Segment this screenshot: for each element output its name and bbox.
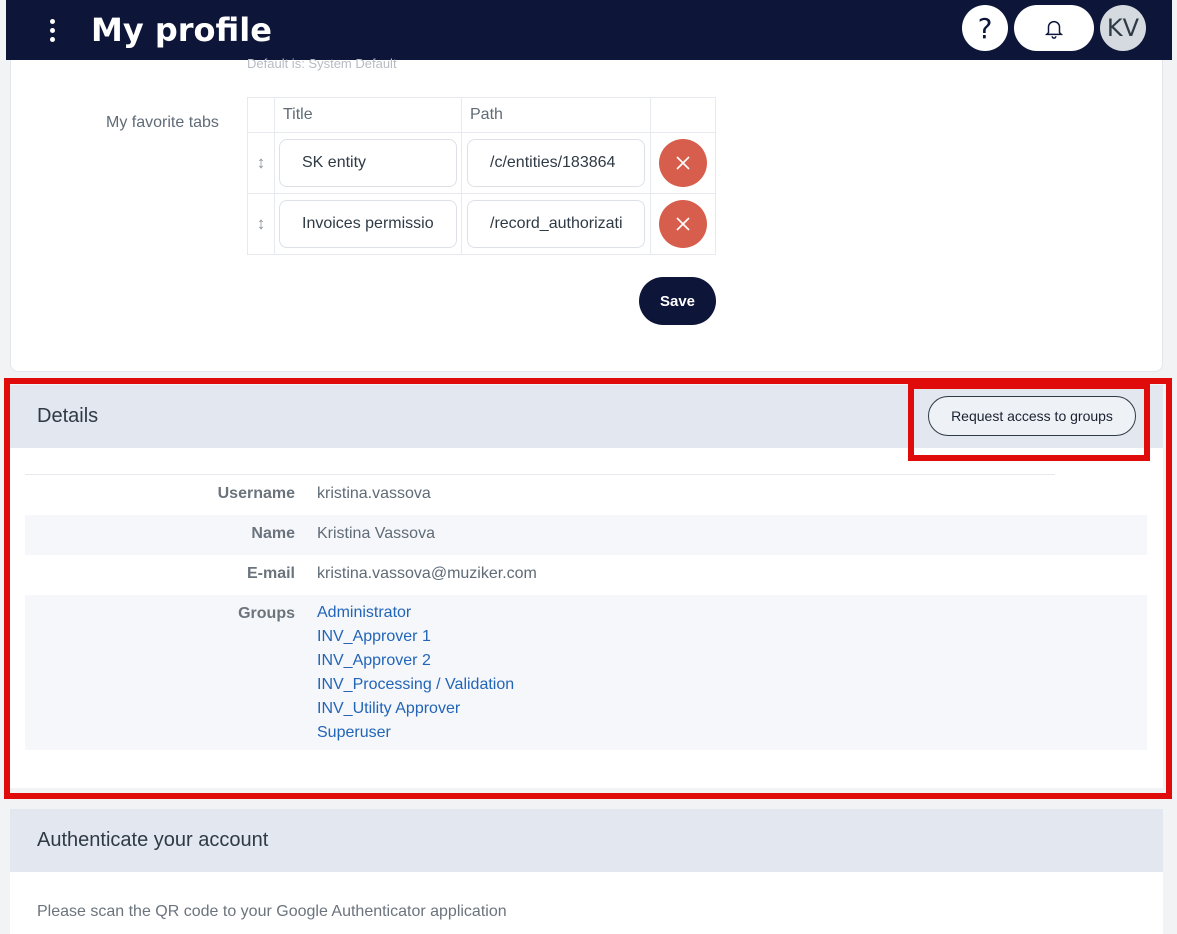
request-button-highlight-box xyxy=(908,383,1150,461)
avatar[interactable]: KV xyxy=(1100,5,1146,51)
menu-icon[interactable] xyxy=(38,10,66,50)
remove-tab-button[interactable] xyxy=(659,139,707,187)
favorite-tab-row: ↕ xyxy=(247,132,716,194)
notifications-button[interactable] xyxy=(1014,5,1094,51)
default-hint: Default is: System Default xyxy=(247,57,397,71)
close-icon xyxy=(676,217,690,231)
close-icon xyxy=(676,156,690,170)
scan-instructions: Please scan the QR code to your Google A… xyxy=(37,903,507,920)
tab-title-input[interactable] xyxy=(279,139,457,187)
favorite-tab-row: ↕ xyxy=(247,193,716,255)
favorite-tabs-label: My favorite tabs xyxy=(106,114,219,131)
tab-title-input[interactable] xyxy=(279,200,457,248)
tab-path-input[interactable] xyxy=(467,200,645,248)
save-button[interactable]: Save xyxy=(639,277,716,325)
tab-path-input[interactable] xyxy=(467,139,645,187)
authenticate-card: Authenticate your account Please scan th… xyxy=(10,809,1163,934)
help-button[interactable]: ? xyxy=(962,5,1008,51)
bell-icon xyxy=(1044,20,1064,39)
remove-tab-button[interactable] xyxy=(659,200,707,248)
authenticate-header: Authenticate your account xyxy=(10,809,1163,872)
path-column-header: Path xyxy=(461,97,651,133)
drag-handle-icon[interactable]: ↕ xyxy=(257,153,266,172)
title-column-header: Title xyxy=(274,97,462,133)
page-title: My profile xyxy=(91,11,272,49)
top-bar: My profile ? KV xyxy=(6,0,1172,60)
favorite-tabs-table: Title Path ↕ ↕ xyxy=(247,97,716,255)
drag-handle-icon[interactable]: ↕ xyxy=(257,214,266,233)
authenticate-title: Authenticate your account xyxy=(37,829,269,851)
